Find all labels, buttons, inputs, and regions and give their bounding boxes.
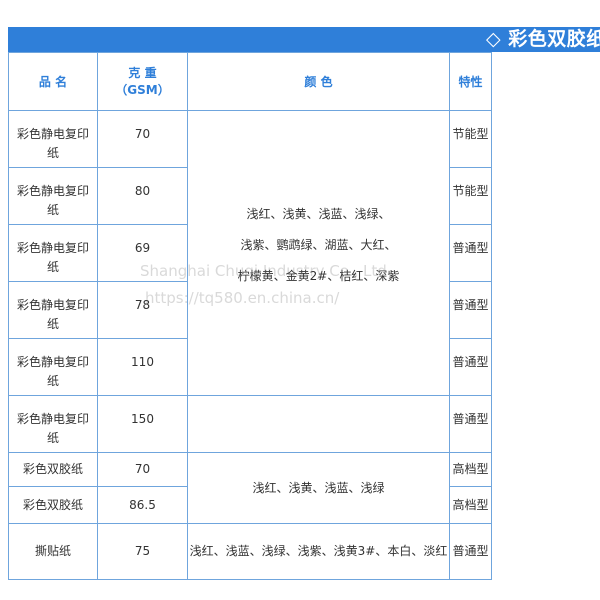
product-feature: 高档型 [449, 452, 492, 487]
header-name: 品 名 [8, 52, 98, 111]
color-list-group3: 浅红、浅蓝、浅绿、浅紫、浅黄3#、本白、淡红 [187, 523, 450, 580]
product-feature: 普通型 [449, 395, 492, 453]
product-gsm: 78 [97, 281, 188, 339]
product-gsm: 86.5 [97, 486, 188, 524]
product-name: 彩色静电复印纸 [8, 224, 98, 282]
product-spec-table: 品 名 克 重 （GSM） 颜 色 特性 彩色静电复印纸 70 浅红、浅黄、浅蓝… [8, 52, 492, 580]
product-gsm: 75 [97, 523, 188, 580]
color-empty-cell [187, 395, 450, 453]
product-feature: 普通型 [449, 224, 492, 282]
product-name: 彩色双胶纸 [8, 452, 98, 487]
product-feature: 节能型 [449, 110, 492, 168]
product-name: 彩色静电复印纸 [8, 338, 98, 396]
product-feature: 普通型 [449, 338, 492, 396]
header-weight-unit: （GSM） [115, 82, 170, 97]
header-weight-label: 克 重 [128, 65, 157, 80]
table-row: 撕贴纸 75 浅红、浅蓝、浅绿、浅紫、浅黄3#、本白、淡红 普通型 [8, 523, 492, 580]
color-line: 浅红、浅黄、浅蓝、浅绿、 [246, 207, 391, 221]
product-name: 彩色双胶纸 [8, 486, 98, 524]
product-gsm: 70 [97, 452, 188, 487]
table-row: 彩色静电复印纸 70 浅红、浅黄、浅蓝、浅绿、 浅紫、鹦鹉绿、湖蓝、大红、 柠檬… [8, 110, 492, 396]
product-gsm: 110 [97, 338, 188, 396]
product-name: 彩色静电复印纸 [8, 110, 98, 168]
product-feature: 普通型 [449, 281, 492, 339]
product-gsm: 70 [97, 110, 188, 168]
product-name: 彩色静电复印纸 [8, 281, 98, 339]
product-name: 撕贴纸 [8, 523, 98, 580]
product-gsm: 69 [97, 224, 188, 282]
color-line: 柠檬黄、金黄2#、桔红、深紫 [237, 269, 400, 283]
header-color: 颜 色 [187, 52, 450, 111]
color-list-group1: 浅红、浅黄、浅蓝、浅绿、 浅紫、鹦鹉绿、湖蓝、大红、 柠檬黄、金黄2#、桔红、深… [187, 110, 450, 396]
color-line: 浅紫、鹦鹉绿、湖蓝、大红、 [240, 238, 397, 252]
header-weight: 克 重 （GSM） [97, 52, 188, 111]
product-name: 彩色静电复印纸 [8, 395, 98, 453]
banner-title: ◇ 彩色双胶纸 [486, 28, 600, 50]
product-gsm: 80 [97, 167, 188, 225]
color-list-group2: 浅红、浅黄、浅蓝、浅绿 [187, 452, 450, 524]
table-row: 彩色双胶纸 70 浅红、浅黄、浅蓝、浅绿 高档型 [8, 452, 492, 524]
product-feature: 节能型 [449, 167, 492, 225]
product-feature: 高档型 [449, 486, 492, 524]
product-name: 彩色静电复印纸 [8, 167, 98, 225]
product-feature: 普通型 [449, 523, 492, 580]
header-row: 品 名 克 重 （GSM） 颜 色 特性 [8, 52, 492, 111]
section-banner: ◇ 彩色双胶纸 [8, 27, 600, 52]
table-row: 彩色静电复印纸 150 普通型 [8, 395, 492, 453]
header-feature: 特性 [449, 52, 492, 111]
product-gsm: 150 [97, 395, 188, 453]
